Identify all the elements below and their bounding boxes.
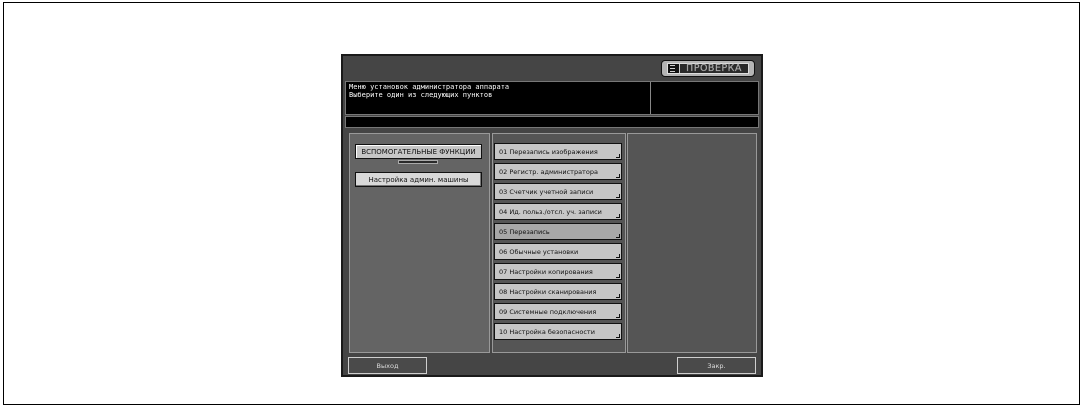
- check-button-inner: ПРОВЕРКА: [667, 63, 749, 74]
- counter-icon: [668, 64, 680, 73]
- left-panel: ВСПОМОГАТЕЛЬНЫЕ ФУНКЦИИ Настройка админ.…: [349, 133, 490, 353]
- message-line-2: Выберите один из следующих пунктов: [349, 91, 493, 99]
- check-button-label: ПРОВЕРКА: [686, 63, 742, 74]
- check-button[interactable]: ПРОВЕРКА: [661, 60, 755, 77]
- menu-item-04[interactable]: 04 Ид. польз./отсл. уч. записи: [494, 203, 622, 220]
- status-strip: [345, 116, 759, 128]
- message-divider: [650, 82, 651, 114]
- menu-item-03[interactable]: 03 Счетчик учетной записи: [494, 183, 622, 200]
- admin-settings-button[interactable]: Настройка админ. машины: [355, 172, 482, 187]
- right-panel: [627, 133, 757, 353]
- menu-item-09[interactable]: 09 Системные подключения: [494, 303, 622, 320]
- menu-item-01[interactable]: 01 Перезапись изображения: [494, 143, 622, 160]
- menu-item-02[interactable]: 02 Регистр. администратора: [494, 163, 622, 180]
- aux-functions-button[interactable]: ВСПОМОГАТЕЛЬНЫЕ ФУНКЦИИ: [355, 144, 482, 159]
- message-line-1: Меню установок администратора аппарата: [349, 83, 510, 91]
- menu-item-08[interactable]: 08 Настройки сканирования: [494, 283, 622, 300]
- message-text: Меню установок администратора аппарата В…: [349, 83, 509, 99]
- control-panel-screen: ПРОВЕРКА Меню установок администратора а…: [341, 54, 763, 377]
- menu-item-10[interactable]: 10 Настройка безопасности: [494, 323, 622, 340]
- message-area: Меню установок администратора аппарата В…: [345, 81, 759, 115]
- close-button[interactable]: Закр.: [677, 357, 756, 374]
- menu-item-06[interactable]: 06 Обычные установки: [494, 243, 622, 260]
- exit-button[interactable]: Выход: [348, 357, 427, 374]
- tab-connector: [398, 160, 438, 164]
- menu-item-05[interactable]: 05 Перезапись: [494, 223, 622, 240]
- menu-item-07[interactable]: 07 Настройки копирования: [494, 263, 622, 280]
